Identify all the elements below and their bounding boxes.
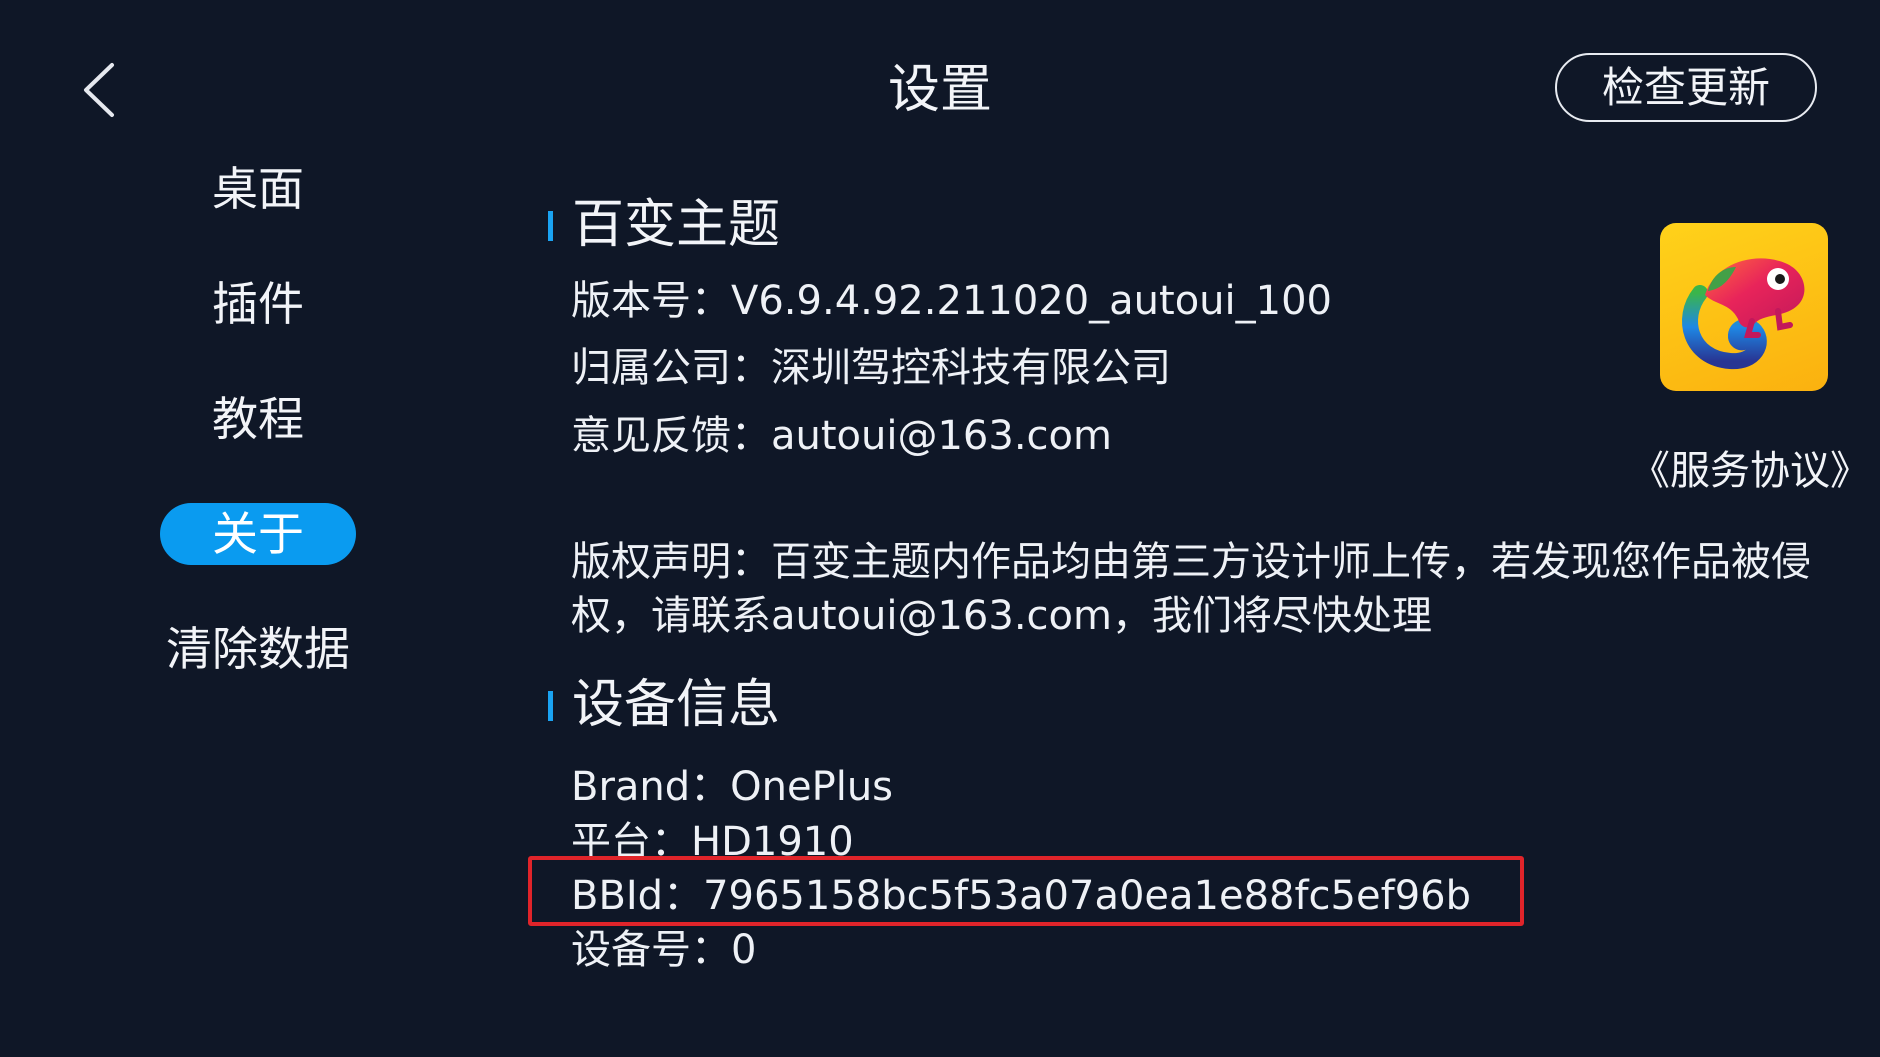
bbid-text: BBId：7965158bc5f53a07a0ea1e88fc5ef96b (571, 873, 1471, 919)
version-text: 版本号：V6.9.4.92.211020_autoui_100 (571, 278, 1332, 324)
sidebar-item-about[interactable]: 关于 (160, 503, 356, 565)
sidebar-item-plugins[interactable]: 插件 (160, 273, 356, 335)
company-text: 归属公司：深圳驾控科技有限公司 (571, 345, 1171, 391)
brand-text: Brand：OnePlus (571, 764, 894, 810)
sidebar-item-tutorial[interactable]: 教程 (160, 388, 356, 450)
settings-screen: 设置 检查更新 桌面 插件 教程 关于 清除数据 百变主题 版本号：V6.9.4… (0, 0, 1880, 1057)
check-update-button[interactable]: 检查更新 (1555, 53, 1817, 122)
service-agreement-link[interactable]: 《服务协议》 (1630, 445, 1870, 497)
device-section-title: 设备信息 (572, 675, 781, 735)
device-number-text: 设备号：0 (571, 927, 757, 973)
sidebar-item-desktop[interactable]: 桌面 (160, 158, 356, 220)
platform-text: 平台：HD1910 (571, 819, 854, 865)
section-accent-bar (548, 691, 553, 721)
chameleon-app-icon (1660, 223, 1828, 391)
feedback-text: 意见反馈：autoui@163.com (571, 413, 1112, 459)
section-accent-bar (548, 211, 553, 241)
sidebar-item-clear-data[interactable]: 清除数据 (160, 618, 356, 680)
back-button[interactable] (70, 55, 130, 125)
about-section-title: 百变主题 (572, 195, 781, 255)
chevron-left-icon (84, 63, 114, 117)
copyright-text: 版权声明：百变主题内作品均由第三方设计师上传，若发现您作品被侵权，请联系auto… (571, 539, 1811, 639)
